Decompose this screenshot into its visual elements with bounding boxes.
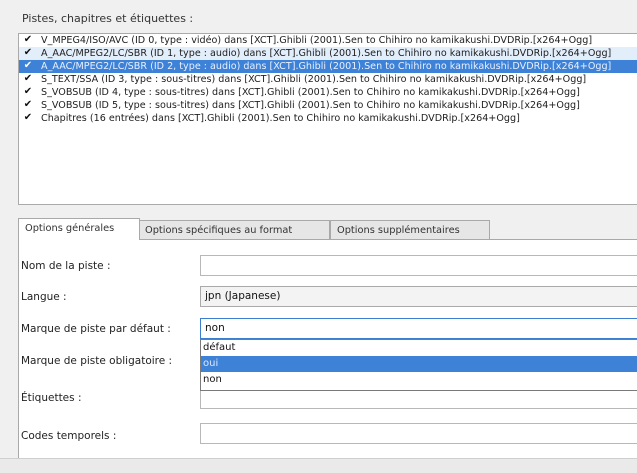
dropdown-option[interactable]: non — [201, 372, 637, 388]
track-row[interactable]: ✔ A_AAC/MPEG2/LC/SBR (ID 1, type : audio)… — [19, 47, 637, 60]
track-row[interactable]: ✔ Chapitres (16 entrées) dans [XCT].Ghibl… — [19, 112, 637, 125]
track-checkbox[interactable]: ✔ — [23, 35, 33, 45]
track-checkbox[interactable]: ✔ — [23, 61, 33, 71]
timecodes-label: Codes temporels : — [21, 430, 117, 442]
tab-general-options[interactable]: Options générales — [18, 218, 140, 240]
track-checkbox[interactable]: ✔ — [23, 100, 33, 110]
track-name-input[interactable] — [200, 255, 637, 276]
track-editor-window: Pistes, chapitres et étiquettes : ✔ V_MPE… — [0, 0, 637, 473]
dropdown-option[interactable]: défaut — [201, 340, 637, 356]
track-label: S_VOBSUB (ID 5, type : sous-titres) dans… — [41, 100, 580, 111]
track-row[interactable]: ✔ A_AAC/MPEG2/LC/SBR (ID 2, type : audio)… — [19, 60, 637, 73]
track-label: A_AAC/MPEG2/LC/SBR (ID 2, type : audio) … — [41, 61, 612, 72]
default-flag-label: Marque de piste par défaut : — [21, 323, 171, 335]
default-flag-dropdown-list[interactable]: défaut oui non — [200, 339, 637, 391]
track-label: S_VOBSUB (ID 4, type : sous-titres) dans… — [41, 87, 580, 98]
bottom-strip — [0, 458, 637, 473]
default-flag-select[interactable]: non — [200, 318, 637, 339]
track-checkbox[interactable]: ✔ — [23, 74, 33, 84]
language-label: Langue : — [21, 291, 67, 303]
track-checkbox[interactable]: ✔ — [23, 48, 33, 58]
options-tab-bar: Options générales Options spécifiques au … — [18, 218, 637, 240]
track-checkbox[interactable]: ✔ — [23, 87, 33, 97]
track-list[interactable]: ✔ V_MPEG4/ISO/AVC (ID 0, type : vidéo) da… — [18, 33, 637, 205]
tracks-section-label: Pistes, chapitres et étiquettes : — [22, 12, 194, 25]
tab-format-specific-options[interactable]: Options spécifiques au format — [138, 220, 330, 239]
tags-input[interactable] — [200, 388, 637, 409]
timecodes-input[interactable] — [200, 423, 637, 444]
track-row[interactable]: ✔ S_VOBSUB (ID 4, type : sous-titres) dan… — [19, 86, 637, 99]
tags-label: Étiquettes : — [21, 392, 82, 404]
track-label: A_AAC/MPEG2/LC/SBR (ID 1, type : audio) … — [41, 48, 612, 59]
language-select[interactable]: jpn (Japanese) — [200, 286, 637, 307]
track-name-label: Nom de la piste : — [21, 260, 111, 272]
track-row[interactable]: ✔ S_TEXT/SSA (ID 3, type : sous-titres) d… — [19, 73, 637, 86]
forced-flag-label: Marque de piste obligatoire : — [21, 355, 173, 367]
track-checkbox[interactable]: ✔ — [23, 113, 33, 123]
track-row[interactable]: ✔ S_VOBSUB (ID 5, type : sous-titres) dan… — [19, 99, 637, 112]
track-row[interactable]: ✔ V_MPEG4/ISO/AVC (ID 0, type : vidéo) da… — [19, 34, 637, 47]
track-label: V_MPEG4/ISO/AVC (ID 0, type : vidéo) dan… — [41, 35, 593, 46]
track-label: Chapitres (16 entrées) dans [XCT].Ghibli… — [41, 113, 520, 124]
tab-extra-options[interactable]: Options supplémentaires — [330, 220, 490, 239]
track-label: S_TEXT/SSA (ID 3, type : sous-titres) da… — [41, 74, 587, 85]
dropdown-option[interactable]: oui — [201, 356, 637, 372]
